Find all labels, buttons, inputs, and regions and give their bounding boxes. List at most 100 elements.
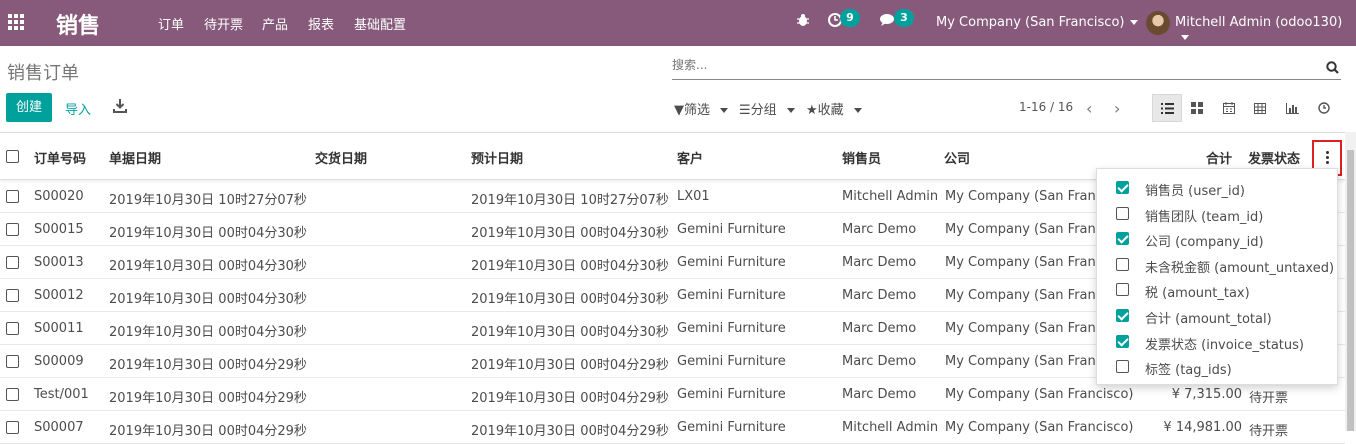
row-checkbox[interactable] xyxy=(6,223,19,236)
invoice-status-cell: 待开票 xyxy=(1249,424,1289,439)
table-row[interactable]: S00007 2019年10月30日 00时04分29秒 2019年10月30日 0… xyxy=(0,411,1345,444)
customer-cell: Gemini Furniture xyxy=(677,321,786,336)
salesperson-cell: Marc Demo xyxy=(842,321,917,336)
filter-icon: ▼ xyxy=(674,103,684,118)
activity-count-badge: 9 xyxy=(840,9,860,27)
expected-date-cell: 2019年10月30日 00时04分30秒 xyxy=(471,325,669,340)
order-date-cell: 2019年10月30日 00时04分30秒 xyxy=(109,259,307,274)
apps-grid-icon[interactable] xyxy=(8,14,24,30)
expected-date-cell: 2019年10月30日 00时04分29秒 xyxy=(471,391,669,406)
row-checkbox[interactable] xyxy=(6,256,19,269)
option-checkbox[interactable] xyxy=(1116,334,1129,348)
order-date-cell: 2019年10月30日 00时04分29秒 xyxy=(109,391,307,406)
bar-chart-icon xyxy=(1285,102,1299,114)
header-delivery-date[interactable]: 交货日期 xyxy=(315,148,367,167)
order-number-cell: Test/001 xyxy=(34,387,89,402)
company-switcher[interactable]: My Company (San Francisco) xyxy=(936,15,1138,30)
menu-reporting[interactable]: 报表 xyxy=(308,14,334,33)
calendar-view-button[interactable] xyxy=(1214,94,1244,122)
customer-cell: Gemini Furniture xyxy=(677,354,786,369)
group-by-dropdown[interactable]: ☰分组 xyxy=(739,99,795,118)
user-menu[interactable]: Mitchell Admin (odoo130) xyxy=(1175,15,1356,45)
header-total[interactable]: 合计 xyxy=(1206,148,1232,167)
graph-view-button[interactable] xyxy=(1277,94,1307,122)
order-date-cell: 2019年10月30日 00时04分30秒 xyxy=(109,325,307,340)
salesperson-cell: Mitchell Admin xyxy=(842,189,939,204)
menu-to-invoice[interactable]: 待开票 xyxy=(204,14,243,33)
salesperson-cell: Marc Demo xyxy=(842,354,917,369)
option-checkbox[interactable] xyxy=(1116,283,1129,297)
option-label: 合计 (amount_total) xyxy=(1145,312,1272,327)
header-expected-date[interactable]: 预计日期 xyxy=(471,148,523,167)
row-checkbox[interactable] xyxy=(6,388,19,401)
order-date-cell: 2019年10月30日 00时04分29秒 xyxy=(109,358,307,373)
menu-orders[interactable]: 订单 xyxy=(158,14,184,33)
activity-view-button[interactable] xyxy=(1309,94,1339,122)
header-invoice-status[interactable]: 发票状态 xyxy=(1248,148,1300,167)
pager-value[interactable]: 1-16 / 16 xyxy=(1019,100,1073,114)
company-cell: My Company (San Francis xyxy=(945,222,1114,237)
avatar[interactable] xyxy=(1146,11,1170,35)
header-company[interactable]: 公司 xyxy=(944,148,970,167)
calendar-icon xyxy=(1223,102,1235,114)
total-cell: ¥ 14,981.00 xyxy=(1163,420,1242,435)
order-number-cell: S00015 xyxy=(34,222,84,237)
row-checkbox[interactable] xyxy=(6,322,19,335)
customer-cell: Gemini Furniture xyxy=(677,222,786,237)
company-cell: My Company (San Francis xyxy=(945,288,1114,303)
salesperson-cell: Mitchell Admin xyxy=(842,420,939,435)
company-cell: My Company (San Francis xyxy=(945,189,1114,204)
row-checkbox[interactable] xyxy=(6,190,19,203)
option-checkbox[interactable] xyxy=(1116,360,1129,374)
header-order-number[interactable]: 订单号码 xyxy=(34,148,86,167)
expected-date-cell: 2019年10月30日 00时04分29秒 xyxy=(471,358,669,373)
header-order-date[interactable]: 单据日期 xyxy=(109,148,161,167)
scrollbar[interactable] xyxy=(1345,132,1356,431)
row-checkbox[interactable] xyxy=(6,289,19,302)
order-date-cell: 2019年10月30日 00时04分29秒 xyxy=(109,424,307,439)
customer-cell: Gemini Furniture xyxy=(677,255,786,270)
option-checkbox[interactable] xyxy=(1116,232,1129,246)
pivot-view-button[interactable] xyxy=(1245,94,1275,122)
header-salesperson[interactable]: 销售员 xyxy=(842,148,881,167)
download-icon[interactable] xyxy=(113,98,127,114)
filters-dropdown[interactable]: ▼筛选 xyxy=(674,99,728,118)
search-icon[interactable] xyxy=(1326,61,1339,74)
company-cell: My Company (San Francisco) xyxy=(945,387,1134,402)
import-button[interactable]: 导入 xyxy=(65,99,91,118)
row-checkbox[interactable] xyxy=(6,421,19,434)
option-checkbox[interactable] xyxy=(1116,257,1129,271)
salesperson-cell: Marc Demo xyxy=(842,222,917,237)
customer-cell: Gemini Furniture xyxy=(677,387,786,402)
invoice-status-cell: 待开票 xyxy=(1249,391,1289,406)
pager-previous-icon[interactable]: ‹ xyxy=(1086,99,1092,118)
pager-next-icon[interactable]: › xyxy=(1114,99,1120,118)
header-customer[interactable]: 客户 xyxy=(677,148,703,167)
menu-configuration[interactable]: 基础配置 xyxy=(354,14,406,33)
kanban-view-button[interactable] xyxy=(1182,94,1212,122)
option-checkbox[interactable] xyxy=(1116,206,1129,220)
bug-icon[interactable] xyxy=(796,13,810,31)
list-view-button[interactable] xyxy=(1152,94,1182,122)
order-number-cell: S00013 xyxy=(34,255,84,270)
row-checkbox[interactable] xyxy=(6,355,19,368)
option-checkbox[interactable] xyxy=(1116,181,1129,194)
order-number-cell: S00009 xyxy=(34,354,84,369)
kebab-menu-icon xyxy=(1326,151,1329,166)
page-title: 销售订单 xyxy=(7,63,79,84)
option-label: 销售员 (user_id) xyxy=(1145,184,1245,199)
top-navbar: 销售 订单 待开票 产品 报表 基础配置 9 3 My Company (San… xyxy=(0,0,1356,46)
create-button[interactable]: 创建 xyxy=(6,93,52,122)
list-icon: ☰ xyxy=(739,103,751,118)
menu-products[interactable]: 产品 xyxy=(262,14,288,33)
search-input[interactable] xyxy=(672,58,1312,72)
table-icon xyxy=(1254,102,1266,114)
salesperson-cell: Marc Demo xyxy=(842,255,917,270)
order-date-cell: 2019年10月30日 00时04分30秒 xyxy=(109,226,307,241)
select-all-checkbox[interactable] xyxy=(6,150,19,163)
expected-date-cell: 2019年10月30日 00时04分30秒 xyxy=(471,226,669,241)
option-label: 公司 (company_id) xyxy=(1145,235,1264,251)
scrollbar-thumb[interactable] xyxy=(1347,150,1354,431)
favorites-dropdown[interactable]: ★收藏 xyxy=(806,99,862,118)
option-checkbox[interactable] xyxy=(1116,309,1129,322)
